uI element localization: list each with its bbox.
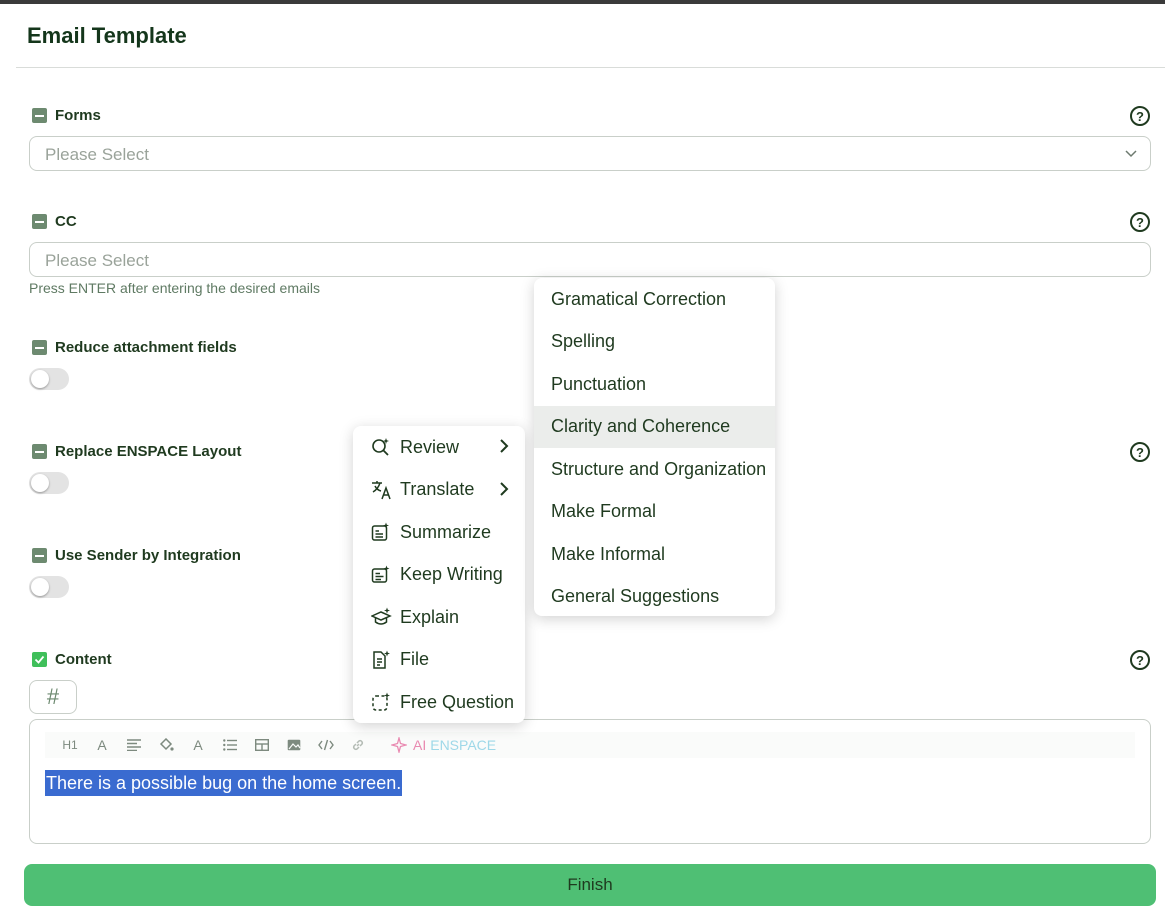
- code-icon[interactable]: [317, 739, 335, 751]
- free-question-icon: [371, 692, 393, 712]
- content-help-icon[interactable]: ?: [1130, 650, 1150, 670]
- modal-header: Email Template: [16, 4, 1165, 68]
- menu-item-label: Keep Writing: [400, 564, 503, 585]
- submenu-item-make-informal[interactable]: Make Informal: [534, 533, 775, 576]
- replace-layout-label: Replace ENSPACE Layout: [32, 443, 241, 460]
- cc-label-text: CC: [55, 213, 77, 230]
- font-color-button[interactable]: A: [189, 737, 207, 753]
- ai-enspace-button[interactable]: AI ENSPACE: [391, 737, 496, 753]
- menu-item-label: Review: [400, 436, 460, 457]
- submenu-item-make-formal[interactable]: Make Formal: [534, 491, 775, 534]
- menu-item-label: Summarize: [400, 521, 492, 542]
- menu-item-label: Explain: [400, 606, 460, 627]
- sender-integration-collapse-toggle[interactable]: [32, 548, 47, 563]
- translate-icon: [371, 480, 393, 500]
- menu-item-label: File: [400, 649, 430, 670]
- sparkle-icon: [391, 737, 407, 753]
- menu-item-free-question[interactable]: Free Question: [353, 681, 525, 724]
- switch-knob: [31, 578, 49, 596]
- menu-item-file[interactable]: File: [353, 639, 525, 682]
- ai-brand-label: ENSPACE: [430, 737, 497, 753]
- finish-button[interactable]: Finish: [24, 864, 1156, 906]
- menu-item-keep-writing[interactable]: Keep Writing: [353, 554, 525, 597]
- heading-button[interactable]: H1: [61, 738, 79, 752]
- forms-help-icon[interactable]: ?: [1130, 106, 1150, 126]
- sender-integration-label-text: Use Sender by Integration: [55, 547, 241, 564]
- replace-layout-label-text: Replace ENSPACE Layout: [55, 443, 242, 460]
- rich-text-editor[interactable]: H1 A A AI ENSPACE There is a possible bu…: [29, 719, 1151, 844]
- keep-writing-icon: [371, 565, 393, 585]
- submenu-item-grammatical-correction[interactable]: Gramatical Correction: [534, 278, 775, 321]
- cc-help-icon[interactable]: ?: [1130, 212, 1150, 232]
- align-icon[interactable]: [125, 739, 143, 751]
- reduce-attachment-label-text: Reduce attachment fields: [55, 339, 237, 356]
- cc-label: CC: [32, 213, 77, 230]
- forms-label: Forms: [32, 107, 101, 124]
- replace-layout-switch[interactable]: [29, 472, 69, 494]
- link-icon[interactable]: [349, 738, 367, 752]
- check-icon: [34, 655, 45, 664]
- forms-collapse-toggle[interactable]: [32, 108, 47, 123]
- reduce-attachment-collapse-toggle[interactable]: [32, 340, 47, 355]
- explain-cap-icon: [371, 607, 393, 627]
- submenu-item-general-suggestions[interactable]: General Suggestions: [534, 576, 775, 619]
- submenu-item-spelling[interactable]: Spelling: [534, 321, 775, 364]
- bullet-list-icon[interactable]: [221, 739, 239, 751]
- forms-label-text: Forms: [55, 107, 101, 124]
- file-sparkle-icon: [371, 650, 393, 670]
- content-checkbox[interactable]: [32, 652, 47, 667]
- sender-integration-switch[interactable]: [29, 576, 69, 598]
- cc-input-placeholder: Please Select: [45, 251, 149, 270]
- content-label: Content: [32, 651, 112, 668]
- editor-toolbar: H1 A A AI ENSPACE: [45, 732, 1135, 758]
- chevron-right-icon: [500, 481, 509, 496]
- ai-label: AI: [413, 737, 427, 753]
- chevron-right-icon: [500, 439, 509, 453]
- menu-item-label: Free Question: [400, 691, 515, 712]
- image-icon[interactable]: [285, 739, 303, 751]
- replace-layout-collapse-toggle[interactable]: [32, 444, 47, 459]
- switch-knob: [31, 474, 49, 492]
- background-page-strip: [0, 4, 16, 915]
- ai-actions-menu: Review Translate Summarize Keep Writing …: [353, 426, 525, 723]
- forms-select[interactable]: Please Select: [29, 136, 1151, 171]
- submenu-item-structure-organization[interactable]: Structure and Organization: [534, 448, 775, 491]
- cc-hint: Press ENTER after entering the desired e…: [29, 280, 321, 296]
- chevron-down-icon: [1125, 150, 1137, 158]
- sender-integration-label: Use Sender by Integration: [32, 547, 241, 564]
- review-sparkle-icon: [371, 437, 393, 457]
- menu-item-explain[interactable]: Explain: [353, 596, 525, 639]
- menu-item-translate[interactable]: Translate: [353, 469, 525, 512]
- table-icon[interactable]: [253, 739, 271, 751]
- font-size-button[interactable]: A: [93, 737, 111, 753]
- menu-item-label: Translate: [400, 479, 475, 500]
- menu-item-review[interactable]: Review: [353, 426, 525, 469]
- cc-input[interactable]: Please Select: [29, 242, 1151, 277]
- reduce-attachment-switch[interactable]: [29, 368, 69, 390]
- editor-selected-text[interactable]: There is a possible bug on the home scre…: [45, 770, 403, 796]
- review-submenu: Gramatical Correction Spelling Punctuati…: [534, 278, 775, 616]
- menu-item-summarize[interactable]: Summarize: [353, 511, 525, 554]
- reduce-attachment-label: Reduce attachment fields: [32, 339, 237, 356]
- insert-variable-button[interactable]: #: [29, 680, 77, 714]
- submenu-item-clarity-coherence[interactable]: Clarity and Coherence: [534, 405, 775, 448]
- cc-collapse-toggle[interactable]: [32, 214, 47, 229]
- submenu-item-punctuation[interactable]: Punctuation: [534, 363, 775, 406]
- replace-layout-help-icon[interactable]: ?: [1130, 442, 1150, 462]
- forms-select-placeholder: Please Select: [45, 145, 149, 164]
- modal-title: Email Template: [27, 23, 187, 48]
- summarize-icon: [371, 522, 393, 542]
- switch-knob: [31, 370, 49, 388]
- paint-bucket-icon[interactable]: [157, 738, 175, 752]
- content-label-text: Content: [55, 651, 112, 668]
